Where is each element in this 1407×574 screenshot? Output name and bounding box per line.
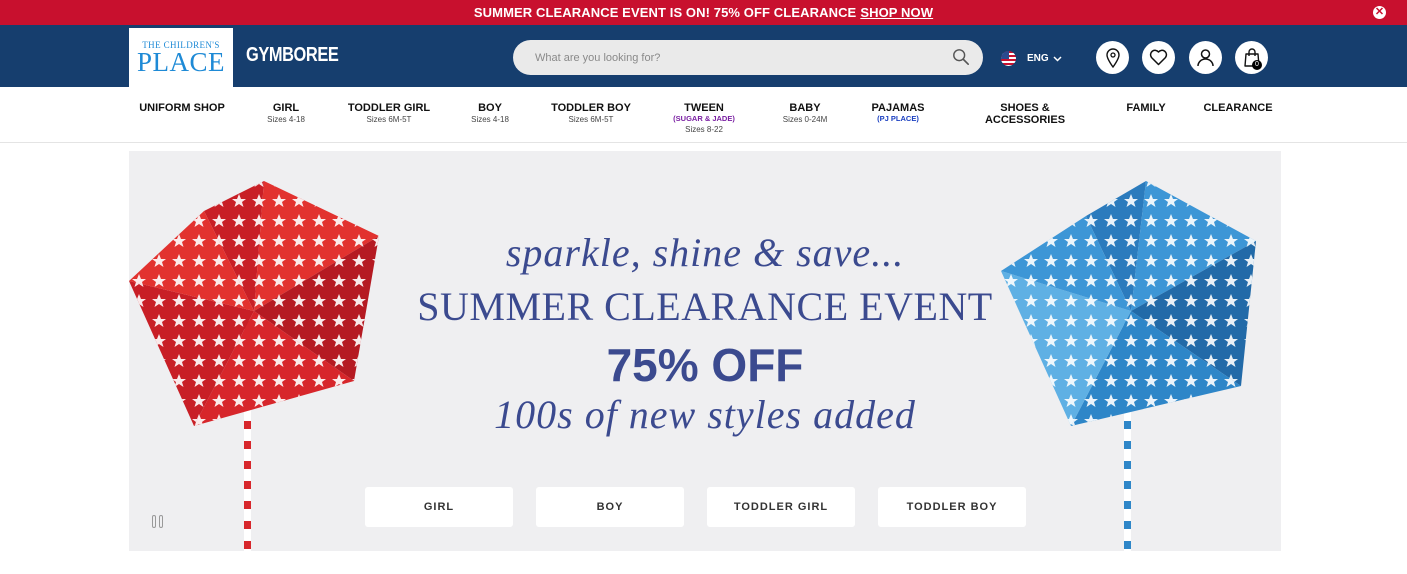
nav-baby[interactable]: BABY Sizes 0-24M (783, 102, 827, 125)
nav-sizes: Sizes 6M-5T (568, 115, 614, 124)
nav-tween[interactable]: TWEEN (SUGAR & JADE) Sizes 8-22 (673, 102, 735, 135)
nav-label: UNIFORM SHOP (139, 102, 225, 114)
close-icon[interactable]: ✕ (1373, 6, 1386, 19)
nav-sizes: Sizes 0-24M (782, 115, 828, 124)
heart-icon (1149, 49, 1168, 66)
nav-sizes: Sizes 4-18 (267, 115, 305, 124)
hero-subtitle: 100s of new styles added (494, 392, 916, 437)
nav-pajamas[interactable]: PAJAMAS (PJ PLACE) (872, 102, 925, 124)
nav-toddler-girl[interactable]: TODDLER GIRL Sizes 6M-5T (348, 102, 430, 125)
nav-brand-tag: (SUGAR & JADE) (673, 114, 735, 123)
nav-label: TODDLER BOY (551, 102, 631, 114)
gymboree-logo[interactable]: GYMBOREE (246, 44, 339, 67)
hero-tagline: sparkle, shine & save... (505, 230, 905, 275)
nav-label: TWEEN (684, 102, 724, 114)
store-locator-button[interactable] (1096, 41, 1129, 74)
chevron-down-icon (1053, 55, 1062, 62)
nav-label: BABY (789, 102, 821, 114)
shop-girl-button[interactable]: GIRL (365, 487, 513, 527)
nav-label-line2: ACCESSORIES (984, 114, 1066, 126)
hero-discount: 75% OFF (606, 339, 804, 391)
nav-shoes-accessories[interactable]: SHOES & ACCESSORIES (985, 102, 1065, 126)
search-icon[interactable] (952, 48, 970, 66)
nav-label: CLEARANCE (1203, 102, 1273, 114)
childrens-place-logo[interactable]: THE CHILDREN'S PLACE (129, 28, 233, 87)
nav-family[interactable]: FAMILY (1126, 102, 1165, 114)
nav-label: BOY (478, 102, 502, 114)
nav-sizes: Sizes 6M-5T (366, 115, 412, 124)
account-button[interactable] (1189, 41, 1222, 74)
favorites-button[interactable] (1142, 41, 1175, 74)
shop-boy-button[interactable]: BOY (536, 487, 684, 527)
shop-now-link[interactable]: SHOP NOW (860, 5, 933, 20)
nav-label: GIRL (272, 102, 300, 114)
logo-big-text: PLACE (136, 46, 225, 77)
nav-label: TODDLER GIRL (347, 102, 431, 114)
hero-banner[interactable]: sparkle, shine & save... SUMMER CLEARANC… (129, 151, 1281, 551)
us-flag-icon (1001, 51, 1016, 66)
nav-clearance[interactable]: CLEARANCE (1203, 102, 1272, 114)
search-bar[interactable] (513, 40, 983, 75)
promo-banner: SUMMER CLEARANCE EVENT IS ON! 75% OFF CL… (0, 0, 1407, 25)
nav-toddler-boy[interactable]: TODDLER BOY Sizes 6M-5T (551, 102, 631, 125)
nav-sizes: Sizes 4-18 (471, 115, 509, 124)
nav-sizes: Sizes 8-22 (685, 125, 723, 134)
main-nav: UNIFORM SHOP GIRL Sizes 4-18 TODDLER GIR… (0, 87, 1407, 143)
nav-uniform-shop[interactable]: UNIFORM SHOP (139, 102, 225, 114)
hero-title: SUMMER CLEARANCE EVENT (417, 284, 993, 329)
nav-boy[interactable]: BOY Sizes 4-18 (471, 102, 509, 125)
promo-text: SUMMER CLEARANCE EVENT IS ON! 75% OFF CL… (473, 5, 857, 20)
nav-girl[interactable]: GIRL Sizes 4-18 (267, 102, 305, 125)
nav-label: PAJAMAS (871, 102, 925, 114)
user-icon (1197, 49, 1214, 67)
site-header: THE CHILDREN'S PLACE GYMBOREE ENG 0 (0, 25, 1407, 87)
cart-button[interactable]: 0 (1235, 41, 1268, 74)
language-label: ENG (1027, 53, 1049, 64)
nav-brand-tag: (PJ PLACE) (877, 114, 919, 123)
language-selector[interactable]: ENG (1001, 51, 1062, 66)
shop-toddler-boy-button[interactable]: TODDLER BOY (878, 487, 1026, 527)
location-pin-icon (1105, 47, 1120, 68)
shop-toddler-girl-button[interactable]: TODDLER GIRL (707, 487, 855, 527)
search-input[interactable] (535, 51, 935, 64)
cart-count-badge: 0 (1252, 60, 1262, 70)
pause-icon[interactable] (152, 515, 166, 529)
nav-label: SHOES & (1000, 102, 1050, 114)
nav-label: FAMILY (1126, 102, 1166, 114)
